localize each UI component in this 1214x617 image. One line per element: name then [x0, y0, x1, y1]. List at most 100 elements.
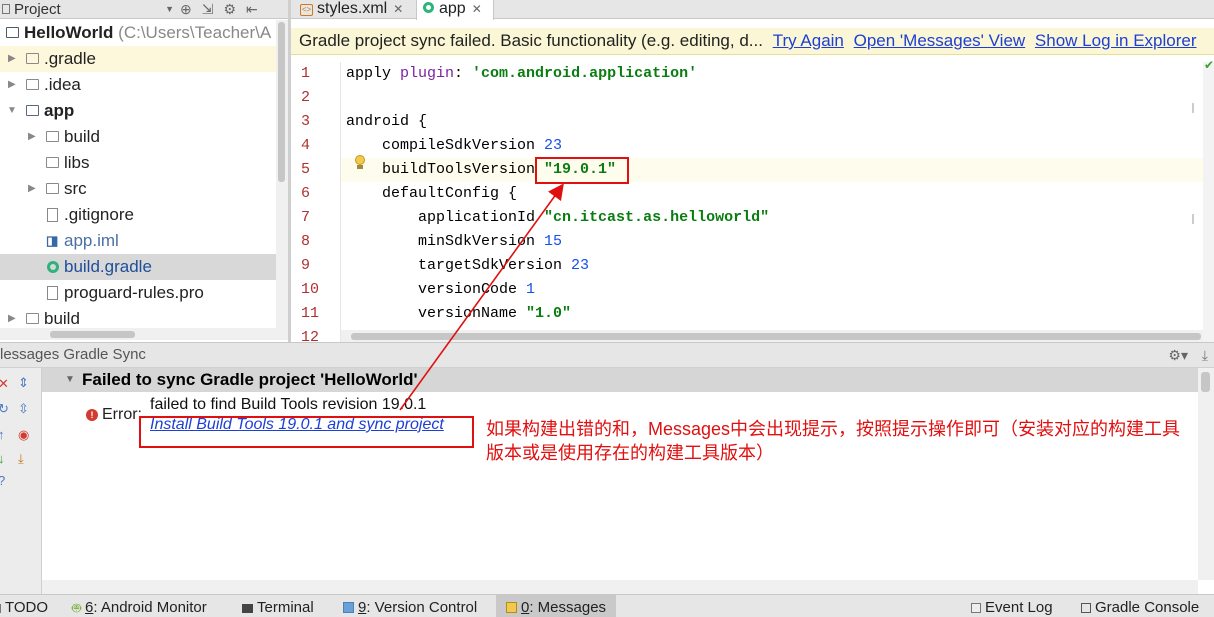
messages-tree: ▼ Failed to sync Gradle project 'HelloWo… [42, 368, 1198, 580]
close-icon[interactable]: ✕ [0, 377, 9, 391]
target-icon[interactable]: ⊕ [180, 1, 192, 18]
settings-gear-icon[interactable]: ⚙ [223, 1, 236, 18]
tree-item-proguard[interactable]: proguard-rules.pro [0, 280, 276, 306]
expand-arrow-icon[interactable]: ▶ [28, 124, 36, 150]
messages-label: : Messages [529, 599, 607, 616]
close-tab-icon[interactable]: ✕ [393, 2, 403, 16]
tree-item-libs[interactable]: libs [0, 150, 276, 176]
gradle-icon [423, 2, 434, 13]
event-log-label: Event Log [985, 599, 1053, 616]
tab-app[interactable]: app ✕ [416, 0, 494, 20]
tree-item-gradle[interactable]: ▶ .gradle [0, 46, 276, 72]
messages-vertical-scrollbar[interactable] [1198, 368, 1214, 580]
collapse-arrow-icon[interactable]: ▼ [7, 98, 17, 124]
line-number: 10 [301, 281, 320, 298]
tree-item-app[interactable]: ▼ app [0, 98, 276, 124]
tree-item-src[interactable]: ▶ src [0, 176, 276, 202]
rerun-icon[interactable]: ↻ [0, 402, 9, 416]
project-view-selector[interactable]: Project ▼ [0, 1, 180, 18]
editor-vertical-scrollbar[interactable]: ✔ [1203, 58, 1214, 342]
down-icon[interactable]: ↓ [0, 452, 5, 466]
line-number: 6 [301, 185, 311, 202]
export-icon[interactable]: ⤓ [18, 452, 24, 466]
version-control-label: : Version Control [366, 599, 478, 616]
tab-styles-xml[interactable]: <> styles.xml ✕ [294, 0, 414, 19]
code-line: targetSdkVersion 23 [346, 257, 590, 274]
iml-file-icon: ◨ [46, 233, 59, 248]
up-icon[interactable]: ↑ [0, 428, 5, 442]
text-file-icon [47, 208, 58, 222]
code-line: defaultConfig { [346, 185, 518, 202]
open-messages-view-link[interactable]: Open 'Messages' View [854, 31, 1026, 50]
messages-horizontal-scrollbar[interactable] [42, 580, 1198, 594]
todo-icon [0, 604, 1, 613]
editor-horizontal-scrollbar[interactable] [341, 330, 1203, 342]
line-number: 12 [301, 329, 320, 342]
sync-failed-row[interactable]: ▼ Failed to sync Gradle project 'HelloWo… [42, 368, 1198, 392]
expand-arrow-icon[interactable]: ▶ [8, 46, 16, 72]
tree-item-build-root[interactable]: ▶ build [0, 306, 276, 328]
expand-arrow-icon[interactable]: ▶ [8, 72, 16, 98]
collapse-icon[interactable]: ⇲ [202, 1, 214, 18]
messages-toolbar: ✕ ⇕ ↻ ⇳ ↑ ◉ ↓ ⤓ ? [0, 368, 42, 594]
tree-item-build-gradle[interactable]: build.gradle [0, 254, 276, 280]
todo-tab[interactable]: TODO [0, 595, 48, 617]
gradle-console-tab[interactable]: Gradle Console [1081, 595, 1199, 617]
hide-panel-icon[interactable]: ⇤ [246, 1, 258, 18]
close-tab-icon[interactable]: ✕ [472, 2, 482, 16]
tree-item-label: .idea [44, 75, 81, 94]
project-square-icon [2, 4, 10, 14]
tree-item-gitignore[interactable]: .gitignore [0, 202, 276, 228]
version-control-tab[interactable]: 9: Version Control [343, 595, 477, 617]
android-monitor-tab[interactable]: 🤖︎ 6: Android Monitor [72, 595, 207, 617]
help-icon[interactable]: ? [0, 474, 5, 488]
expand-all-icon[interactable]: ⇕ [18, 376, 29, 390]
line-number: 4 [301, 137, 311, 154]
error-label: Error: [102, 406, 142, 423]
tree-root-label: HelloWorld (C:\Users\Teacher\A [24, 23, 272, 42]
expand-arrow-icon[interactable]: ▶ [28, 176, 36, 202]
line-number: 7 [301, 209, 311, 226]
lightbulb-intention-icon[interactable] [353, 155, 367, 171]
error-filter-icon[interactable]: ◉ [18, 428, 29, 442]
line-number: 1 [301, 65, 311, 82]
tree-item-label: proguard-rules.pro [64, 283, 204, 302]
terminal-tab[interactable]: Terminal [242, 595, 314, 617]
android-icon: 🤖︎ [72, 600, 82, 617]
expand-arrow-icon[interactable]: ▶ [8, 306, 16, 328]
tree-root[interactable]: HelloWorld (C:\Users\Teacher\A [0, 20, 276, 46]
messages-tab[interactable]: 0: Messages [496, 595, 617, 617]
tree-item-build[interactable]: ▶ build [0, 124, 276, 150]
code-editor[interactable]: apply plugin: 'com.android.application' … [341, 62, 1203, 342]
tree-item-label: src [64, 179, 87, 198]
error-icon: ! [86, 409, 98, 421]
show-log-in-explorer-link[interactable]: Show Log in Explorer [1035, 31, 1197, 50]
project-tree: HelloWorld (C:\Users\Teacher\A ▶ .gradle… [0, 20, 276, 328]
collapse-all-icon[interactable]: ⇳ [18, 402, 29, 416]
hide-panel-icon[interactable]: ⤓ [1202, 343, 1208, 367]
annotation-highlight-box [139, 416, 474, 448]
annotation-text: 如果构建出错的和，Messages中会出现提示，按照提示操作即可（安装对应的构建… [486, 419, 1181, 463]
line-number: 11 [301, 305, 320, 322]
project-horizontal-scrollbar[interactable] [0, 328, 288, 340]
tree-item-label: app.iml [64, 231, 119, 250]
line-number: 8 [301, 233, 311, 250]
folder-icon [46, 157, 59, 168]
settings-gear-icon[interactable]: ⚙▾ [1168, 343, 1188, 367]
project-folder-icon [6, 27, 19, 38]
tree-item-app-iml[interactable]: ◨ app.iml [0, 228, 276, 254]
code-line: versionName "1.0" [346, 305, 572, 322]
messages-panel-title: lessages Gradle Sync [0, 346, 146, 363]
notification-text: Gradle project sync failed. Basic functi… [299, 31, 763, 50]
code-line: versionCode 1 [346, 281, 536, 298]
event-log-tab[interactable]: Event Log [971, 595, 1053, 617]
project-vertical-scrollbar[interactable] [276, 20, 288, 328]
tree-item-label: build [64, 127, 100, 146]
tree-item-idea[interactable]: ▶ .idea [0, 72, 276, 98]
collapse-arrow-icon[interactable]: ▼ [65, 368, 75, 392]
code-line: apply plugin: 'com.android.application' [346, 65, 698, 82]
xml-file-icon: <> [300, 4, 313, 16]
module-folder-icon [26, 105, 39, 116]
gradle-console-label: Gradle Console [1095, 599, 1200, 616]
try-again-link[interactable]: Try Again [773, 31, 844, 50]
